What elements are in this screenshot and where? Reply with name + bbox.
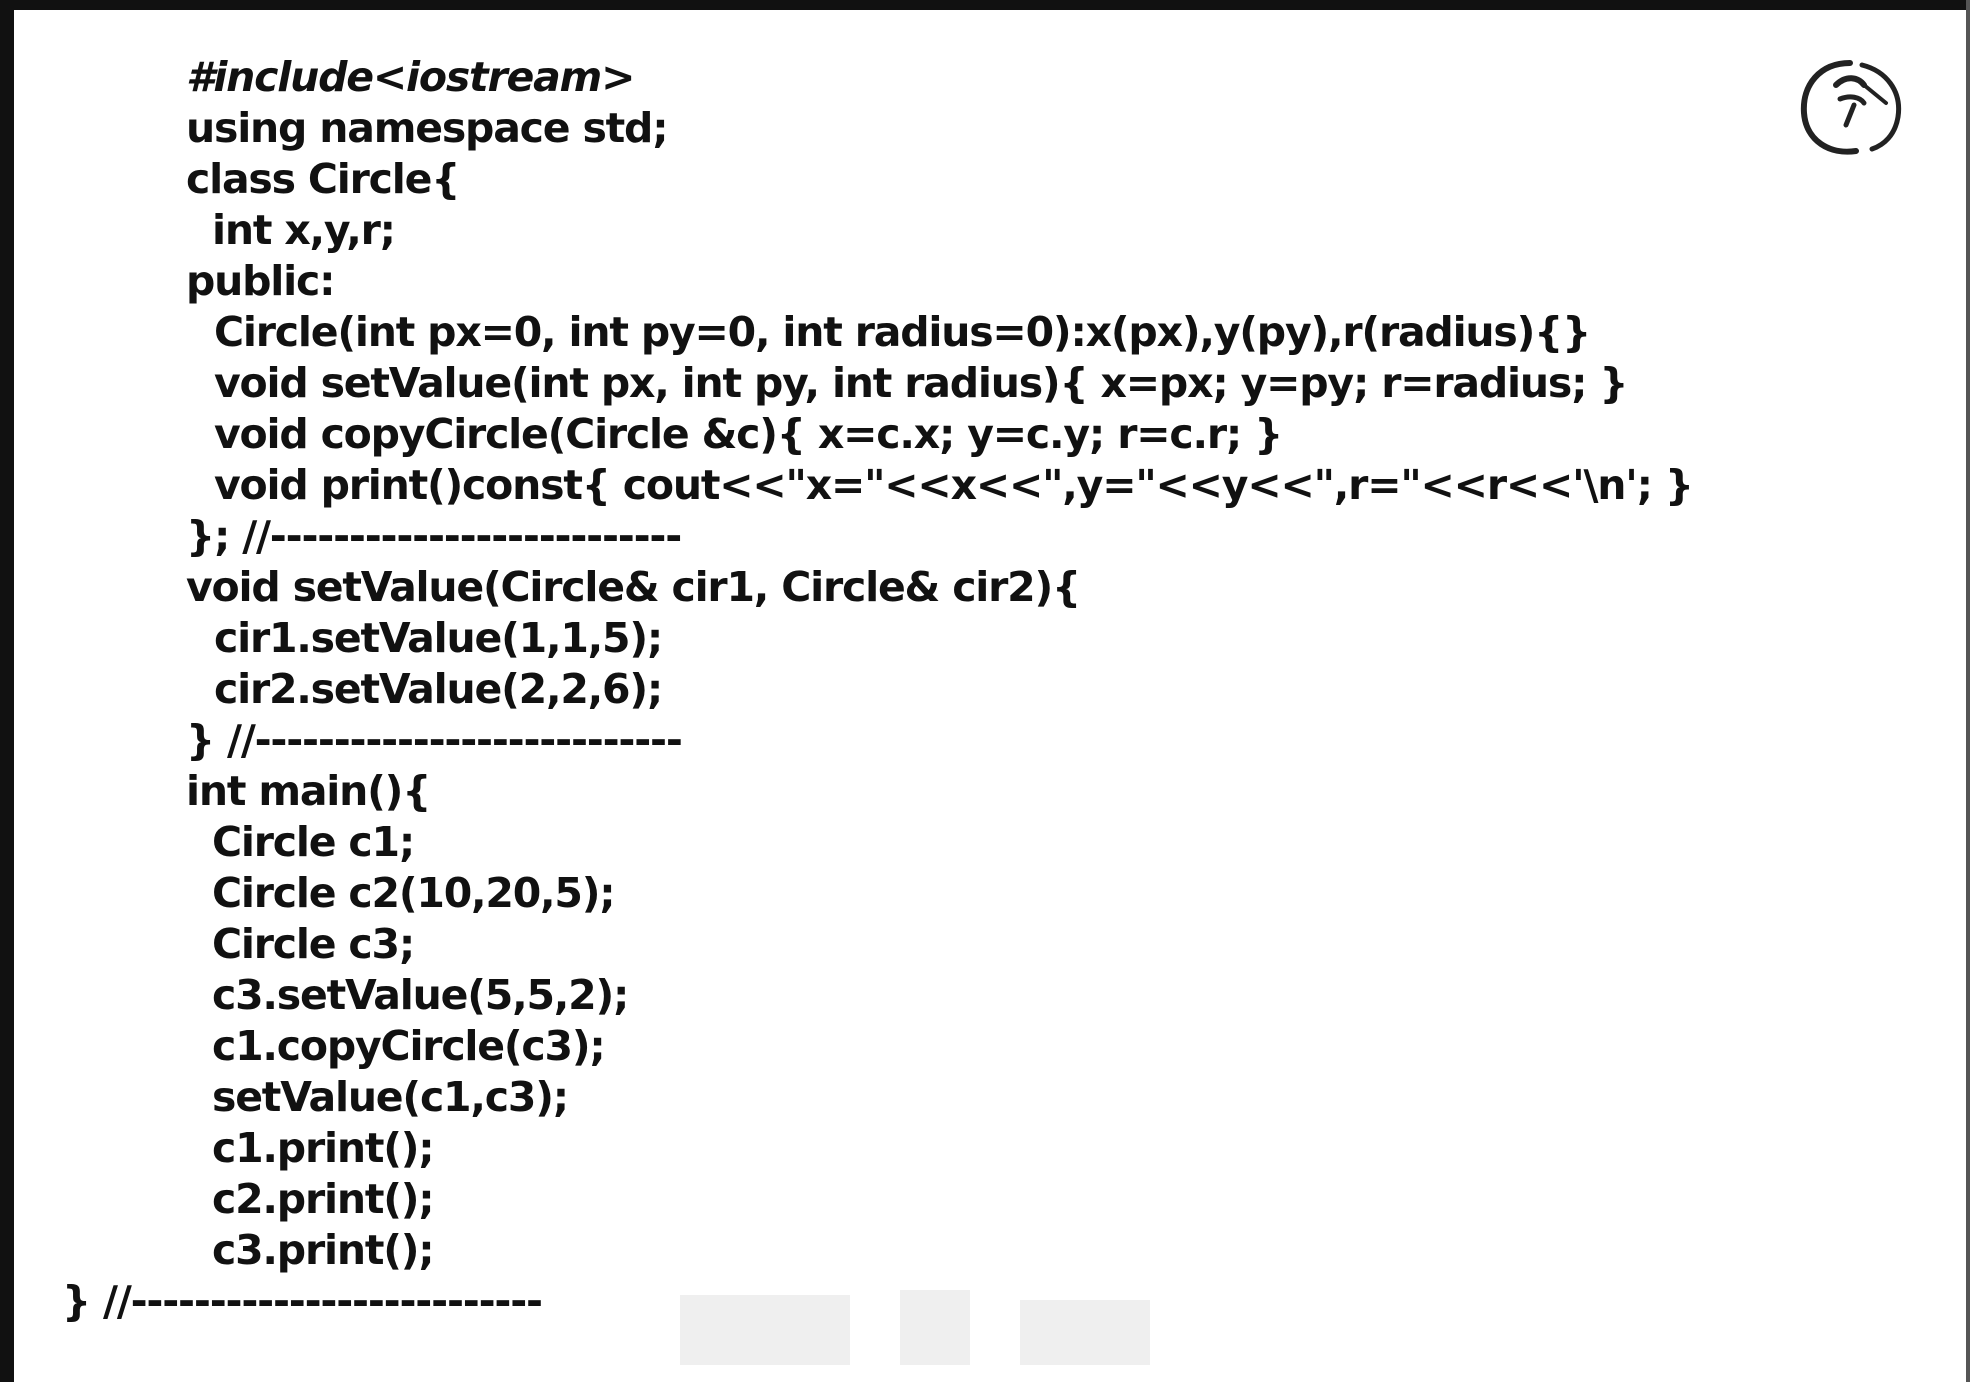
code-line: Circle c3;: [212, 920, 415, 968]
code-line: c1.print();: [212, 1124, 435, 1172]
code-line: Circle c2(10,20,5);: [212, 869, 616, 917]
code-line: } //--------------------------: [62, 1277, 543, 1325]
code-line: void print()const{ cout<<"x="<<x<<",y="<…: [214, 461, 1694, 509]
code-line: public:: [186, 257, 335, 305]
code-line: #include<iostream>: [186, 53, 635, 101]
code-line: Circle(int px=0, int py=0, int radius=0)…: [214, 308, 1591, 356]
code-line: void copyCircle(Circle &c){ x=c.x; y=c.y…: [214, 410, 1283, 458]
scan-border-top: [0, 0, 1970, 10]
code-line: c3.print();: [212, 1226, 435, 1274]
code-line: int x,y,r;: [212, 206, 396, 254]
handwritten-mark-icon: [1800, 60, 1902, 155]
code-line: c1.copyCircle(c3);: [212, 1022, 606, 1070]
code-line: void setValue(int px, int py, int radius…: [214, 359, 1629, 407]
code-line: void setValue(Circle& cir1, Circle& cir2…: [186, 563, 1081, 611]
scan-smudge: [680, 1290, 1150, 1365]
code-line: using namespace std;: [186, 104, 669, 152]
code-line: } //---------------------------: [186, 716, 683, 764]
code-line: c2.print();: [212, 1175, 435, 1223]
code-line: c3.setValue(5,5,2);: [212, 971, 629, 1019]
code-line: int main(){: [186, 767, 431, 815]
code-line: Circle c1;: [212, 818, 415, 866]
code-line: setValue(c1,c3);: [212, 1073, 569, 1121]
document-page: #include<iostream> using namespace std; …: [0, 0, 1970, 1382]
code-line: class Circle{: [186, 155, 460, 203]
scan-border-left: [0, 0, 14, 1382]
code-line: }; //--------------------------: [186, 512, 682, 560]
code-line: cir2.setValue(2,2,6);: [214, 665, 663, 713]
scan-border-right: [1966, 0, 1970, 1382]
code-line: cir1.setValue(1,1,5);: [214, 614, 663, 662]
